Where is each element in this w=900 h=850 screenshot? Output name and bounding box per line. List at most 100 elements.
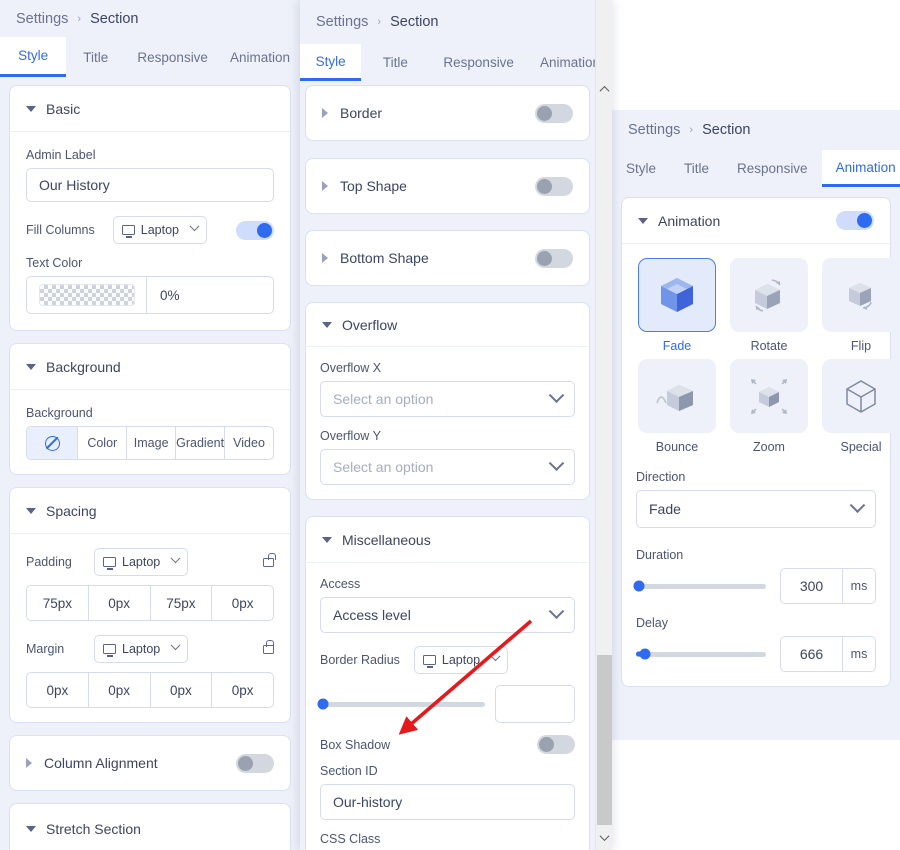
margin-lock-icon[interactable] (263, 639, 274, 654)
basic-card-body: Admin Label Our History Fill Columns Lap… (10, 132, 290, 330)
tab-title[interactable]: Title (66, 37, 125, 77)
access-level-select[interactable]: Access level (320, 597, 575, 633)
background-type-color[interactable]: Color (78, 427, 128, 459)
cube-fade-icon (638, 258, 716, 332)
margin-device-label: Laptop (122, 642, 161, 656)
breadcrumb-root[interactable]: Settings (316, 14, 368, 30)
animation-option-flip[interactable]: Flip (822, 258, 900, 353)
animation-option-zoom[interactable]: Zoom (730, 359, 808, 454)
breadcrumb-root[interactable]: Settings (628, 122, 680, 138)
tab-animation[interactable]: Animation (821, 150, 900, 187)
animation-option-bounce[interactable]: Bounce (638, 359, 716, 454)
padding-right-input[interactable]: 0px (89, 586, 151, 620)
delay-input[interactable]: 666 ms (780, 636, 876, 672)
chevron-down-icon (548, 386, 565, 403)
chevron-right-icon (322, 253, 328, 263)
direction-select[interactable]: Fade (636, 490, 876, 528)
admin-label-input[interactable]: Our History (26, 168, 274, 202)
miscellaneous-card-body: Access Access level Border Radius Laptop (306, 563, 589, 850)
background-type-segmented: Color Image Gradient Video (26, 426, 274, 460)
section-id-input[interactable]: Our-history (320, 784, 575, 820)
column-alignment-header[interactable]: Column Alignment (10, 736, 290, 790)
top-shape-toggle[interactable] (535, 176, 573, 196)
bottom-shape-toggle[interactable] (535, 248, 573, 268)
top-shape-card-header[interactable]: Top Shape (306, 159, 589, 213)
background-card-title: Background (46, 358, 121, 375)
background-type-video[interactable]: Video (225, 427, 273, 459)
padding-device-select[interactable]: Laptop (94, 548, 189, 576)
animation-option-fade[interactable]: Fade (638, 258, 716, 353)
border-toggle[interactable] (535, 103, 573, 123)
duration-row: 300 ms (633, 568, 876, 604)
chevron-right-icon (322, 108, 328, 118)
overflow-card-header[interactable]: Overflow (306, 303, 589, 347)
margin-bottom-input[interactable]: 0px (151, 673, 213, 707)
miscellaneous-card-header[interactable]: Miscellaneous (306, 517, 589, 563)
bottom-shape-card-header[interactable]: Bottom Shape (306, 231, 589, 285)
border-radius-label: Border Radius (320, 653, 400, 667)
border-radius-device-select[interactable]: Laptop (413, 646, 509, 674)
tab-responsive[interactable]: Responsive (429, 44, 528, 81)
fill-columns-toggle[interactable] (236, 220, 274, 240)
border-radius-input[interactable] (495, 685, 575, 723)
tab-responsive[interactable]: Responsive (125, 37, 220, 77)
box-shadow-toggle[interactable] (537, 735, 575, 754)
padding-lock-icon[interactable] (263, 552, 276, 567)
panel1-body: Basic Admin Label Our History Fill Colum… (0, 77, 300, 850)
overflow-y-select[interactable]: Select an option (320, 449, 575, 485)
background-type-image[interactable]: Image (127, 427, 177, 459)
scroll-down-arrow[interactable] (596, 829, 612, 846)
fill-columns-label: Fill Columns (26, 223, 95, 237)
tab-title[interactable]: Title (670, 150, 723, 187)
animation-option-rotate[interactable]: Rotate (730, 258, 808, 353)
border-radius-slider[interactable] (317, 696, 485, 712)
margin-device-select[interactable]: Laptop (94, 635, 189, 663)
stretch-section-header[interactable]: Stretch Section (10, 804, 290, 850)
duration-slider[interactable] (633, 578, 766, 594)
padding-top-input[interactable]: 75px (27, 586, 89, 620)
background-type-gradient[interactable]: Gradient (176, 427, 226, 459)
padding-bottom-input[interactable]: 75px (151, 586, 213, 620)
tab-style[interactable]: Style (300, 44, 362, 81)
margin-right-input[interactable]: 0px (89, 673, 151, 707)
animation-card-header[interactable]: Animation (622, 198, 890, 244)
tab-style[interactable]: Style (0, 37, 67, 77)
transparency-swatch (38, 284, 135, 306)
duration-input[interactable]: 300 ms (780, 568, 876, 604)
overflow-x-select[interactable]: Select an option (320, 381, 575, 417)
spacing-card-header[interactable]: Spacing (10, 488, 290, 534)
margin-top-input[interactable]: 0px (27, 673, 89, 707)
tab-responsive[interactable]: Responsive (723, 150, 822, 187)
tab-animation[interactable]: Animation (220, 37, 300, 77)
text-color-swatch-cell[interactable] (27, 277, 147, 313)
monitor-icon (103, 644, 116, 657)
basic-card-header[interactable]: Basic (10, 86, 290, 132)
chevron-down-icon (170, 552, 181, 563)
cube-flip-icon (822, 258, 900, 332)
background-card-header[interactable]: Background (10, 344, 290, 390)
animation-option-special[interactable]: Special (822, 359, 900, 454)
chevron-right-icon (26, 758, 32, 768)
stretch-section-title: Stretch Section (46, 820, 141, 837)
panel2-scrollbar[interactable] (595, 0, 612, 850)
chevron-down-icon (548, 454, 565, 471)
scrollbar-thumb[interactable] (597, 655, 612, 825)
margin-left-input[interactable]: 0px (212, 673, 273, 707)
column-alignment-toggle[interactable] (236, 753, 274, 773)
animation-option-label: Zoom (753, 440, 785, 454)
scroll-up-arrow[interactable] (596, 81, 612, 98)
delay-slider[interactable] (636, 646, 766, 662)
chevron-down-icon (638, 217, 648, 224)
settings-panel-style-middle: Settings › Section Style Title Responsiv… (300, 0, 612, 850)
breadcrumb-root[interactable]: Settings (16, 11, 68, 27)
padding-left-input[interactable]: 0px (212, 586, 273, 620)
panel2-body: Border Top Shape Bottom Shape Overflow O… (300, 81, 612, 850)
animation-toggle[interactable] (836, 211, 874, 230)
tab-title[interactable]: Title (361, 44, 429, 81)
text-color-opacity[interactable]: 0% (147, 277, 273, 313)
tab-style[interactable]: Style (612, 150, 670, 187)
fill-columns-device-label: Laptop (140, 223, 179, 237)
background-type-none[interactable] (27, 427, 79, 459)
border-card-header[interactable]: Border (306, 86, 589, 140)
fill-columns-device-select[interactable]: Laptop (112, 216, 207, 244)
